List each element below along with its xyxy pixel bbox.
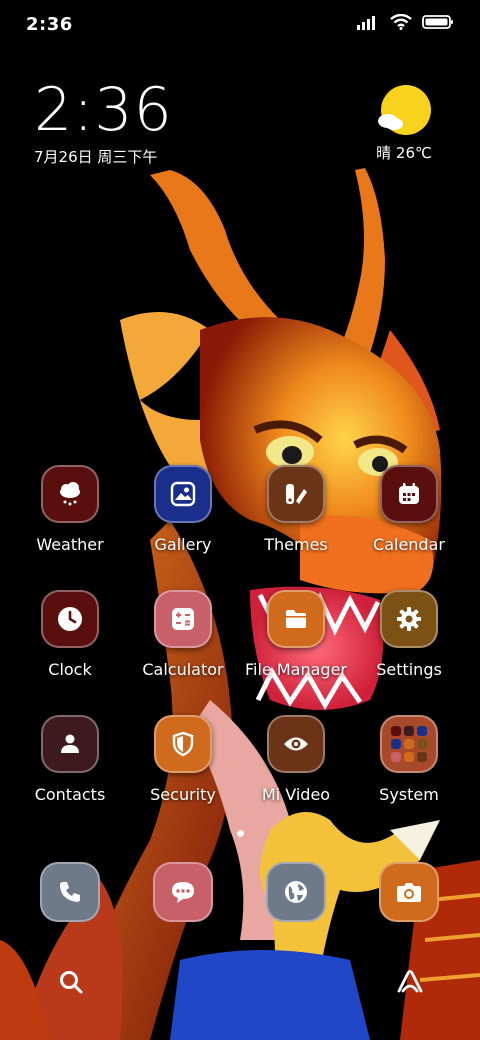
app-file-manager[interactable]: File Manager [241,590,351,679]
phone-icon [40,862,100,922]
status-bar: 2:36 [0,0,480,50]
app-label: Calendar [373,535,445,554]
weather-widget[interactable]: 晴 26℃ [364,84,444,163]
folder-icon [267,590,325,648]
app-clock[interactable]: Clock [15,590,125,679]
clock-icon [41,590,99,648]
page-dot-active [236,830,244,837]
app-label: Gallery [154,535,212,554]
themes-icon [267,465,325,523]
folder-grid-icon [380,715,438,773]
folder-system[interactable]: System [354,715,464,804]
clock-widget[interactable]: 2:36 7月26日 周三下午 [34,78,173,167]
app-label: Contacts [34,785,106,804]
app-label: Themes [264,535,328,554]
app-mi-video[interactable]: Mi Video [241,715,351,804]
battery-icon [422,15,453,29]
signal-icon [357,16,375,30]
app-label: System [379,785,439,804]
contacts-icon [41,715,99,773]
app-weather[interactable]: Weather [15,465,125,554]
weather-text: 晴 26℃ [376,144,432,162]
assistant-icon[interactable] [396,969,424,995]
dock-phone[interactable] [15,862,125,922]
search-icon[interactable] [58,969,84,995]
sunny-cloud-icon [378,85,431,135]
app-gallery[interactable]: Gallery [128,465,238,554]
calendar-icon [380,465,438,523]
app-security[interactable]: Security [128,715,238,804]
dock-messages[interactable] [128,862,238,922]
app-label: Clock [48,660,92,679]
wifi-icon [390,14,412,30]
page-indicator [0,830,480,837]
app-label: File Manager [245,660,347,679]
gallery-icon [154,465,212,523]
clock-widget-date: 7月26日 周三下午 [34,148,158,166]
weather-icon [41,465,99,523]
app-label: Weather [36,535,104,554]
app-label: Mi Video [261,785,331,804]
globe-icon [266,862,326,922]
clock-widget-time: 2:36 [34,75,173,145]
app-calendar[interactable]: Calendar [354,465,464,554]
bottom-bar [0,955,480,1015]
shield-icon [154,715,212,773]
app-label: Settings [376,660,442,679]
app-themes[interactable]: Themes [241,465,351,554]
status-time: 2:36 [26,14,73,35]
app-label: Calculator [142,660,224,679]
eye-icon [267,715,325,773]
app-settings[interactable]: Settings [354,590,464,679]
app-calculator[interactable]: Calculator [128,590,238,679]
app-contacts[interactable]: Contacts [15,715,125,804]
dock-browser[interactable] [241,862,351,922]
message-icon [153,862,213,922]
app-label: Security [150,785,216,804]
camera-icon [379,862,439,922]
calculator-icon [154,590,212,648]
gear-icon [380,590,438,648]
dock-camera[interactable] [354,862,464,922]
